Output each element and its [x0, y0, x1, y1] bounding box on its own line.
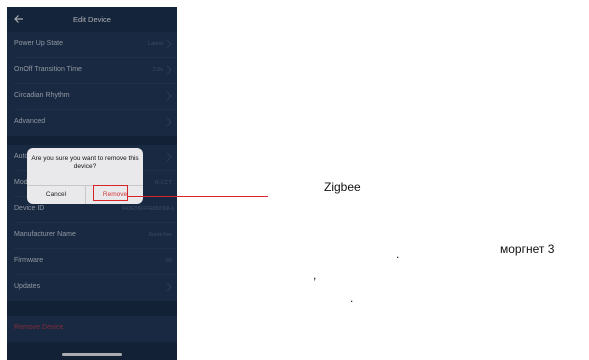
- cancel-button[interactable]: Cancel: [27, 185, 85, 204]
- dialog-message: Are you sure you want to remove this dev…: [31, 155, 139, 170]
- annotation-dot: .: [396, 247, 400, 261]
- callout-line: [128, 196, 268, 197]
- annotation-comma: ,: [313, 268, 317, 282]
- annotation-dot-2: .: [350, 291, 354, 305]
- screen: Edit Device Power Up State Latest OnOff …: [0, 0, 589, 360]
- annotation-blink-text: моргнет 3: [500, 242, 555, 256]
- annotation-zigbee: Zigbee: [324, 180, 361, 194]
- remove-highlight-box: [93, 185, 128, 201]
